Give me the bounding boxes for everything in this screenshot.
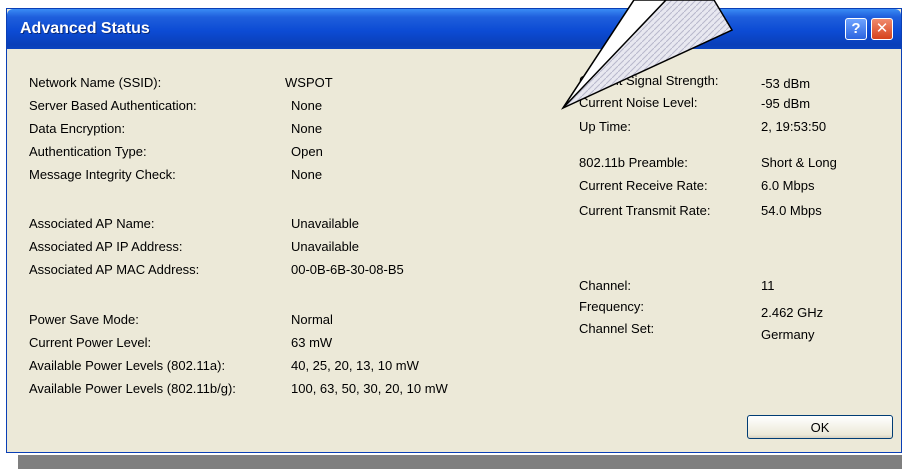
callout-pointer — [560, 0, 734, 110]
